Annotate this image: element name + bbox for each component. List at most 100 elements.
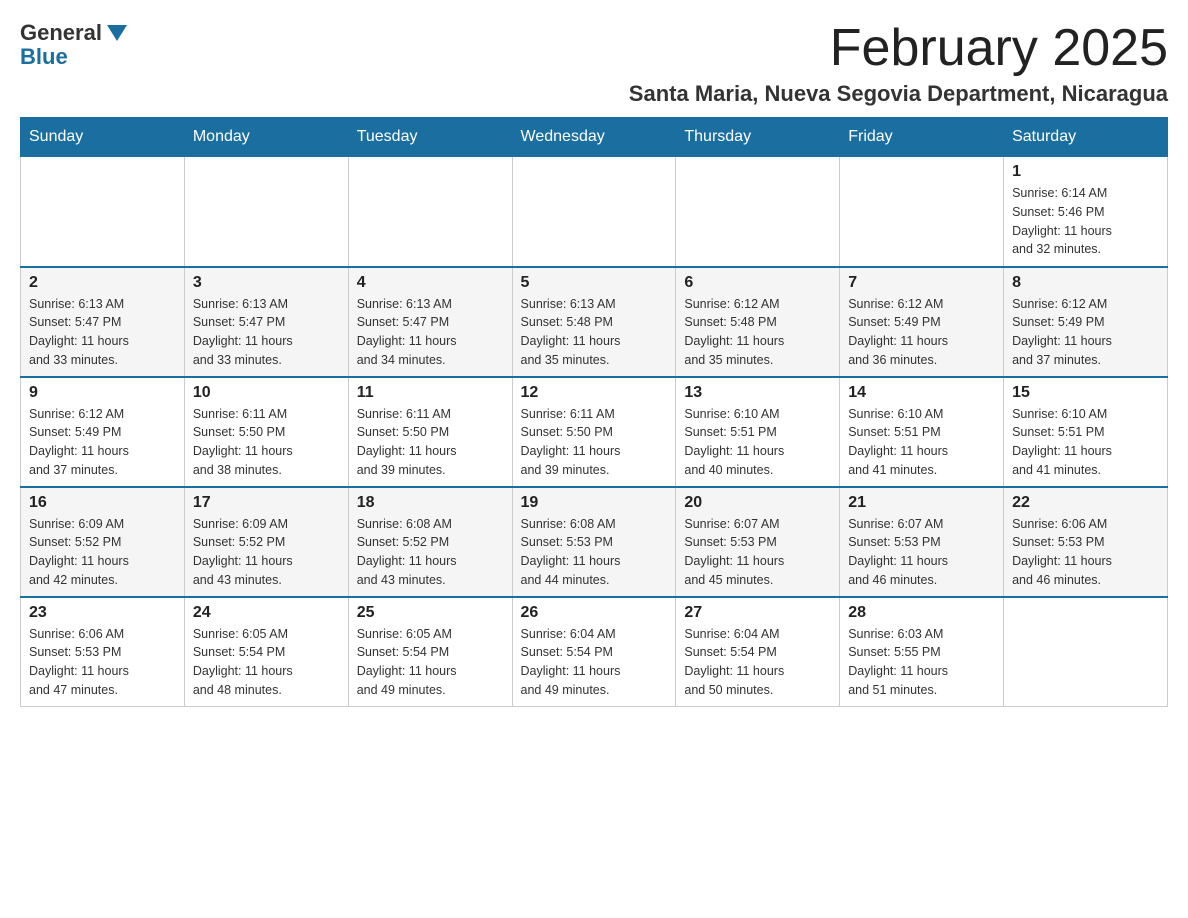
- day-info: Sunrise: 6:06 AMSunset: 5:53 PMDaylight:…: [1012, 515, 1159, 590]
- calendar-cell: 15 Sunrise: 6:10 AMSunset: 5:51 PMDayligh…: [1004, 377, 1168, 487]
- day-number: 7: [848, 274, 995, 292]
- day-info: Sunrise: 6:10 AMSunset: 5:51 PMDaylight:…: [1012, 405, 1159, 480]
- calendar-cell: 4 Sunrise: 6:13 AMSunset: 5:47 PMDaylight…: [348, 267, 512, 377]
- day-number: 24: [193, 604, 340, 622]
- calendar-cell: [676, 157, 840, 267]
- calendar-cell: [1004, 597, 1168, 707]
- calendar-cell: 11Sunrise: 6:11 AMSunset: 5:50 PMDayligh…: [348, 377, 512, 487]
- day-number: 11: [357, 384, 504, 402]
- calendar-cell: 23 Sunrise: 6:06 AMSunset: 5:53 PMDayligh…: [21, 597, 185, 707]
- day-info: Sunrise: 6:11 AMSunset: 5:50 PMDaylight:…: [521, 405, 668, 480]
- calendar-cell: [184, 157, 348, 267]
- calendar-cell: 3 Sunrise: 6:13 AMSunset: 5:47 PMDaylight…: [184, 267, 348, 377]
- day-info: Sunrise: 6:12 AMSunset: 5:49 PMDaylight:…: [848, 295, 995, 370]
- calendar-table: Sunday Monday Tuesday Wednesday Thursday…: [20, 117, 1168, 707]
- calendar-cell: 27 Sunrise: 6:04 AMSunset: 5:54 PMDayligh…: [676, 597, 840, 707]
- day-info: Sunrise: 6:09 AMSunset: 5:52 PMDaylight:…: [193, 515, 340, 590]
- day-number: 16: [29, 494, 176, 512]
- day-number: 21: [848, 494, 995, 512]
- day-info: Sunrise: 6:05 AMSunset: 5:54 PMDaylight:…: [193, 625, 340, 700]
- weekday-header-row: Sunday Monday Tuesday Wednesday Thursday…: [21, 118, 1168, 157]
- day-number: 20: [684, 494, 831, 512]
- header-sunday: Sunday: [21, 118, 185, 157]
- day-number: 19: [521, 494, 668, 512]
- header-tuesday: Tuesday: [348, 118, 512, 157]
- day-number: 14: [848, 384, 995, 402]
- day-info: Sunrise: 6:04 AMSunset: 5:54 PMDaylight:…: [521, 625, 668, 700]
- calendar-cell: [21, 157, 185, 267]
- day-info: Sunrise: 6:06 AMSunset: 5:53 PMDaylight:…: [29, 625, 176, 700]
- header-friday: Friday: [840, 118, 1004, 157]
- day-number: 2: [29, 274, 176, 292]
- calendar-cell: 17 Sunrise: 6:09 AMSunset: 5:52 PMDayligh…: [184, 487, 348, 597]
- week-row-4: 16 Sunrise: 6:09 AMSunset: 5:52 PMDayligh…: [21, 487, 1168, 597]
- calendar-cell: [512, 157, 676, 267]
- calendar-cell: 2Sunrise: 6:13 AMSunset: 5:47 PMDaylight…: [21, 267, 185, 377]
- calendar-cell: 16Sunrise: 6:09 AMSunset: 5:52 PMDayligh…: [21, 487, 185, 597]
- day-number: 5: [521, 274, 668, 292]
- calendar-cell: 25 Sunrise: 6:05 AMSunset: 5:54 PMDayligh…: [348, 597, 512, 707]
- title-section: February 2025 Santa Maria, Nueva Segovia…: [629, 20, 1168, 107]
- calendar-cell: 14Sunrise: 6:10 AMSunset: 5:51 PMDayligh…: [840, 377, 1004, 487]
- calendar-cell: 28Sunrise: 6:03 AMSunset: 5:55 PMDayligh…: [840, 597, 1004, 707]
- day-number: 26: [521, 604, 668, 622]
- day-number: 17: [193, 494, 340, 512]
- week-row-3: 9 Sunrise: 6:12 AMSunset: 5:49 PMDaylight…: [21, 377, 1168, 487]
- day-number: 3: [193, 274, 340, 292]
- day-info: Sunrise: 6:13 AMSunset: 5:47 PMDaylight:…: [193, 295, 340, 370]
- week-row-2: 2 Sunrise: 6:13 AMSunset: 5:47 PMDaylight…: [21, 267, 1168, 377]
- logo-general-text: General: [20, 20, 102, 46]
- calendar-cell: 10 Sunrise: 6:11 AMSunset: 5:50 PMDayligh…: [184, 377, 348, 487]
- day-number: 12: [521, 384, 668, 402]
- day-info: Sunrise: 6:04 AMSunset: 5:54 PMDaylight:…: [684, 625, 831, 700]
- calendar-cell: 18 Sunrise: 6:08 AMSunset: 5:52 PMDayligh…: [348, 487, 512, 597]
- day-number: 8: [1012, 274, 1159, 292]
- day-info: Sunrise: 6:08 AMSunset: 5:52 PMDaylight:…: [357, 515, 504, 590]
- calendar-cell: 21 Sunrise: 6:07 AMSunset: 5:53 PMDayligh…: [840, 487, 1004, 597]
- location-title: Santa Maria, Nueva Segovia Department, N…: [629, 81, 1168, 107]
- day-info: Sunrise: 6:10 AMSunset: 5:51 PMDaylight:…: [684, 405, 831, 480]
- day-info: Sunrise: 6:07 AMSunset: 5:53 PMDaylight:…: [684, 515, 831, 590]
- logo-blue-text: Blue: [20, 44, 68, 70]
- day-number: 13: [684, 384, 831, 402]
- calendar-cell: 13 Sunrise: 6:10 AMSunset: 5:51 PMDayligh…: [676, 377, 840, 487]
- logo: General Blue: [20, 20, 127, 70]
- day-info: Sunrise: 6:12 AMSunset: 5:48 PMDaylight:…: [684, 295, 831, 370]
- calendar-cell: 9 Sunrise: 6:12 AMSunset: 5:49 PMDaylight…: [21, 377, 185, 487]
- header-wednesday: Wednesday: [512, 118, 676, 157]
- day-number: 4: [357, 274, 504, 292]
- calendar-cell: 6 Sunrise: 6:12 AMSunset: 5:48 PMDaylight…: [676, 267, 840, 377]
- header-saturday: Saturday: [1004, 118, 1168, 157]
- day-number: 18: [357, 494, 504, 512]
- page-header: General Blue February 2025 Santa Maria, …: [20, 20, 1168, 107]
- day-number: 10: [193, 384, 340, 402]
- calendar-cell: 12 Sunrise: 6:11 AMSunset: 5:50 PMDayligh…: [512, 377, 676, 487]
- day-number: 25: [357, 604, 504, 622]
- week-row-1: 1 Sunrise: 6:14 AMSunset: 5:46 PMDaylight…: [21, 157, 1168, 267]
- calendar-cell: 20 Sunrise: 6:07 AMSunset: 5:53 PMDayligh…: [676, 487, 840, 597]
- day-number: 6: [684, 274, 831, 292]
- day-number: 22: [1012, 494, 1159, 512]
- day-info: Sunrise: 6:12 AMSunset: 5:49 PMDaylight:…: [1012, 295, 1159, 370]
- day-number: 23: [29, 604, 176, 622]
- week-row-5: 23 Sunrise: 6:06 AMSunset: 5:53 PMDayligh…: [21, 597, 1168, 707]
- calendar-cell: [348, 157, 512, 267]
- day-number: 15: [1012, 384, 1159, 402]
- day-info: Sunrise: 6:03 AMSunset: 5:55 PMDaylight:…: [848, 625, 995, 700]
- day-info: Sunrise: 6:14 AMSunset: 5:46 PMDaylight:…: [1012, 184, 1159, 259]
- day-info: Sunrise: 6:13 AMSunset: 5:48 PMDaylight:…: [521, 295, 668, 370]
- calendar-cell: 8 Sunrise: 6:12 AMSunset: 5:49 PMDaylight…: [1004, 267, 1168, 377]
- day-info: Sunrise: 6:12 AMSunset: 5:49 PMDaylight:…: [29, 405, 176, 480]
- day-info: Sunrise: 6:05 AMSunset: 5:54 PMDaylight:…: [357, 625, 504, 700]
- calendar-cell: 7 Sunrise: 6:12 AMSunset: 5:49 PMDaylight…: [840, 267, 1004, 377]
- day-info: Sunrise: 6:07 AMSunset: 5:53 PMDaylight:…: [848, 515, 995, 590]
- calendar-cell: 1 Sunrise: 6:14 AMSunset: 5:46 PMDaylight…: [1004, 157, 1168, 267]
- day-number: 9: [29, 384, 176, 402]
- calendar-cell: 5 Sunrise: 6:13 AMSunset: 5:48 PMDaylight…: [512, 267, 676, 377]
- day-number: 1: [1012, 163, 1159, 181]
- day-info: Sunrise: 6:13 AMSunset: 5:47 PMDaylight:…: [357, 295, 504, 370]
- calendar-cell: [840, 157, 1004, 267]
- day-number: 27: [684, 604, 831, 622]
- header-thursday: Thursday: [676, 118, 840, 157]
- day-info: Sunrise: 6:11 AMSunset: 5:50 PMDaylight:…: [193, 405, 340, 480]
